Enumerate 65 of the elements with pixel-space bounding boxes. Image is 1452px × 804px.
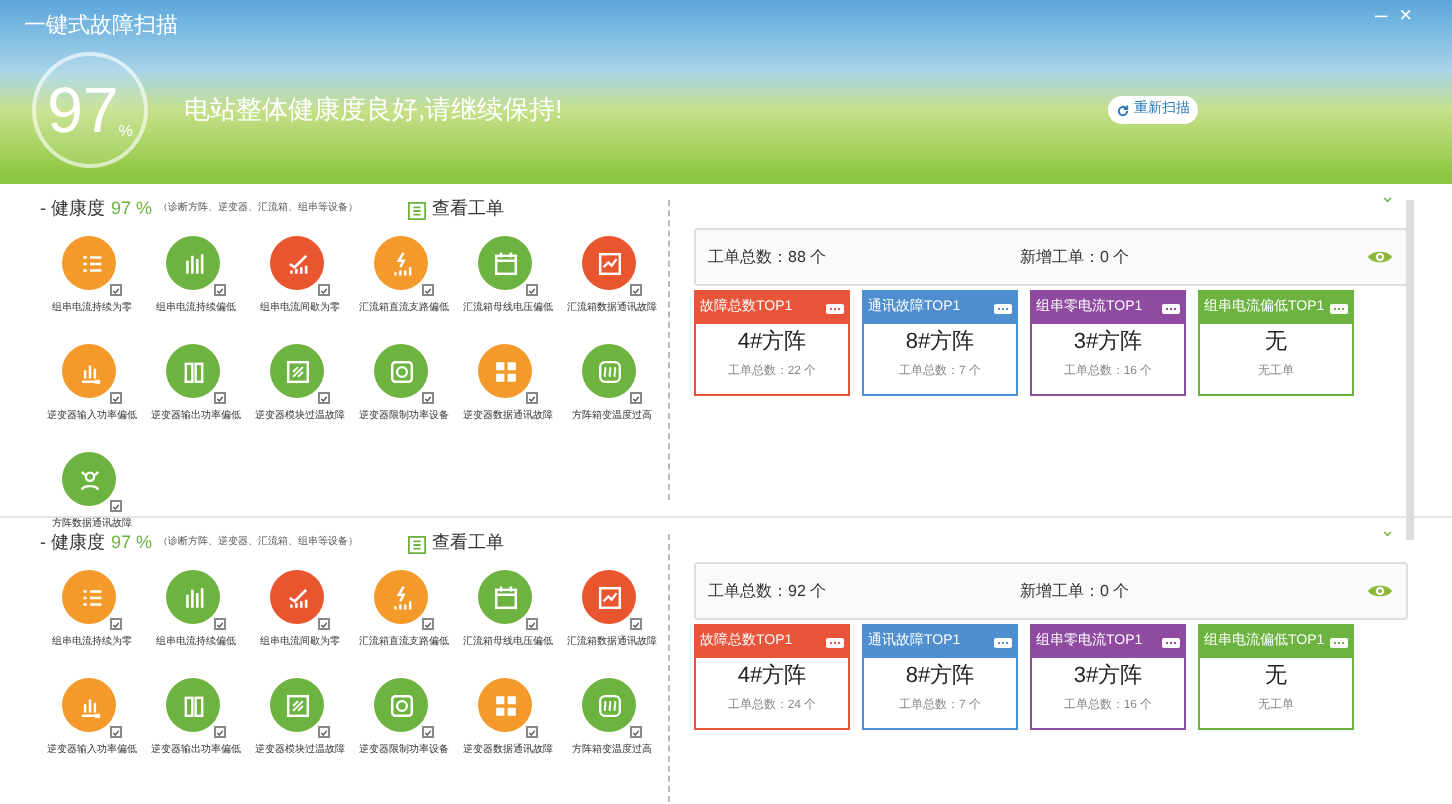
- eye-icon[interactable]: [1366, 582, 1394, 600]
- checkbox[interactable]: [526, 618, 538, 630]
- card-value: 3#方阵: [1071, 332, 1145, 354]
- minimize-button[interactable]: –: [1374, 6, 1388, 28]
- health-score: 97: [47, 78, 119, 142]
- document-icon: [408, 201, 427, 219]
- checkbox[interactable]: [630, 284, 642, 296]
- checkbox[interactable]: [630, 618, 642, 630]
- checkbox[interactable]: [110, 392, 122, 404]
- checkbox[interactable]: [526, 726, 538, 738]
- more-icon[interactable]: [1330, 637, 1348, 647]
- view-orders-link[interactable]: 查看工单: [408, 196, 505, 224]
- card-value: 4#方阵: [735, 332, 809, 354]
- section-label: - 健康度: [40, 196, 105, 223]
- order-total: 工单总数：88 个: [708, 245, 829, 269]
- view-orders-link[interactable]: 查看工单: [408, 530, 505, 558]
- checkbox[interactable]: [110, 500, 122, 512]
- more-icon[interactable]: [826, 303, 844, 313]
- checkbox[interactable]: [318, 726, 330, 738]
- checkbox[interactable]: [214, 284, 226, 296]
- checkbox[interactable]: [630, 726, 642, 738]
- checkbox[interactable]: [214, 392, 226, 404]
- checkbox[interactable]: [110, 618, 122, 630]
- window-title: 一键式故障扫描: [24, 11, 178, 42]
- checkbox[interactable]: [214, 618, 226, 630]
- checkbox[interactable]: [630, 392, 642, 404]
- card-value: 3#方阵: [1071, 666, 1145, 688]
- card-value: 4#方阵: [735, 666, 809, 688]
- new-orders: 新增工单：0 个: [1020, 579, 1132, 603]
- checkbox[interactable]: [110, 284, 122, 296]
- close-button[interactable]: ×: [1399, 6, 1412, 28]
- card-value: 无: [1263, 666, 1289, 688]
- section-label: - 健康度: [40, 530, 105, 557]
- percent-sign: %: [118, 120, 133, 144]
- card-value: 8#方阵: [903, 666, 977, 688]
- checkbox[interactable]: [318, 618, 330, 630]
- scrollbar[interactable]: [1406, 200, 1414, 540]
- more-icon[interactable]: [1330, 303, 1348, 313]
- more-icon[interactable]: [1162, 637, 1180, 647]
- more-icon[interactable]: [994, 303, 1012, 313]
- checkbox[interactable]: [526, 392, 538, 404]
- checkbox[interactable]: [214, 726, 226, 738]
- health-message: 电站整体健康度良好,请继续保持!: [184, 92, 563, 128]
- collapse-button[interactable]: ⌄: [1380, 188, 1396, 206]
- more-icon[interactable]: [994, 637, 1012, 647]
- order-total: 工单总数：92 个: [708, 579, 829, 603]
- checkbox[interactable]: [422, 726, 434, 738]
- card-value: 无: [1263, 332, 1289, 354]
- document-icon: [408, 535, 427, 553]
- collapse-button[interactable]: ⌄: [1380, 522, 1396, 540]
- checkbox[interactable]: [422, 284, 434, 296]
- checkbox[interactable]: [110, 726, 122, 738]
- more-icon[interactable]: [1162, 303, 1180, 313]
- more-icon[interactable]: [826, 637, 844, 647]
- checkbox[interactable]: [422, 392, 434, 404]
- new-orders: 新增工单：0 个: [1020, 245, 1132, 269]
- eye-icon[interactable]: [1366, 248, 1394, 266]
- refresh-icon: [1116, 103, 1130, 117]
- checkbox[interactable]: [318, 284, 330, 296]
- checkbox[interactable]: [318, 392, 330, 404]
- card-value: 8#方阵: [903, 332, 977, 354]
- checkbox[interactable]: [526, 284, 538, 296]
- checkbox[interactable]: [422, 618, 434, 630]
- health-percent: 97 %: [111, 196, 153, 223]
- health-percent: 97 %: [111, 530, 153, 557]
